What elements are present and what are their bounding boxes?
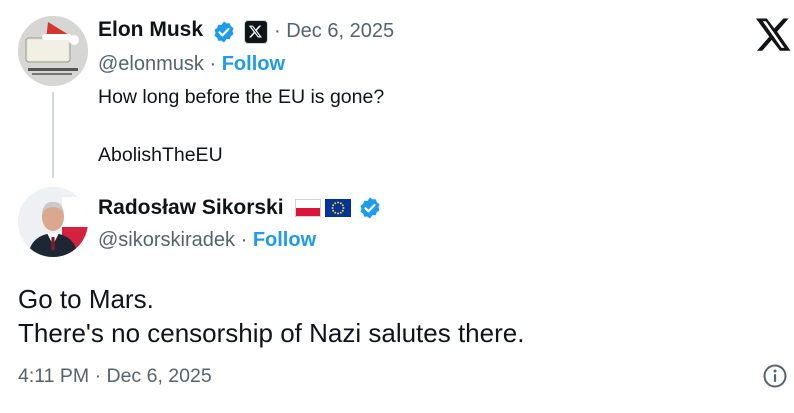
handle-text[interactable]: @elonmusk	[98, 53, 204, 75]
x-affiliate-badge-icon	[244, 20, 268, 44]
follow-button[interactable]: Follow	[253, 229, 316, 251]
author-name[interactable]: Radosław Sikorski	[98, 196, 284, 220]
author-handle: @sikorskiradek · Follow	[98, 229, 316, 252]
poland-flag-icon	[295, 199, 321, 217]
info-icon[interactable]	[762, 363, 788, 389]
author-handle: @elonmusk · Follow	[98, 53, 285, 76]
quoted-text-line1: How long before the EU is gone?	[98, 86, 385, 108]
x-logo-icon[interactable]	[756, 18, 792, 52]
eu-flag-icon	[325, 199, 351, 217]
avatar[interactable]	[18, 16, 88, 86]
verified-badge-icon	[212, 20, 236, 44]
separator: ·	[240, 229, 248, 251]
post-timestamp[interactable]: 4:11 PM · Dec 6, 2025	[18, 365, 212, 388]
handle-text[interactable]: @sikorskiradek	[98, 229, 235, 251]
reply-text-line2: There's no censorship of Nazi salutes th…	[18, 318, 525, 348]
verified-badge-icon	[358, 196, 382, 220]
follow-button[interactable]: Follow	[222, 53, 285, 75]
thread-line	[52, 92, 54, 178]
post-date[interactable]: · Dec 6, 2025	[274, 20, 394, 43]
quoted-text-line2: AbolishTheEU	[98, 144, 223, 166]
reply-text-line1: Go to Mars.	[18, 284, 154, 314]
author-name[interactable]: Elon Musk	[98, 18, 203, 42]
separator: ·	[209, 53, 217, 75]
avatar[interactable]	[18, 187, 88, 257]
